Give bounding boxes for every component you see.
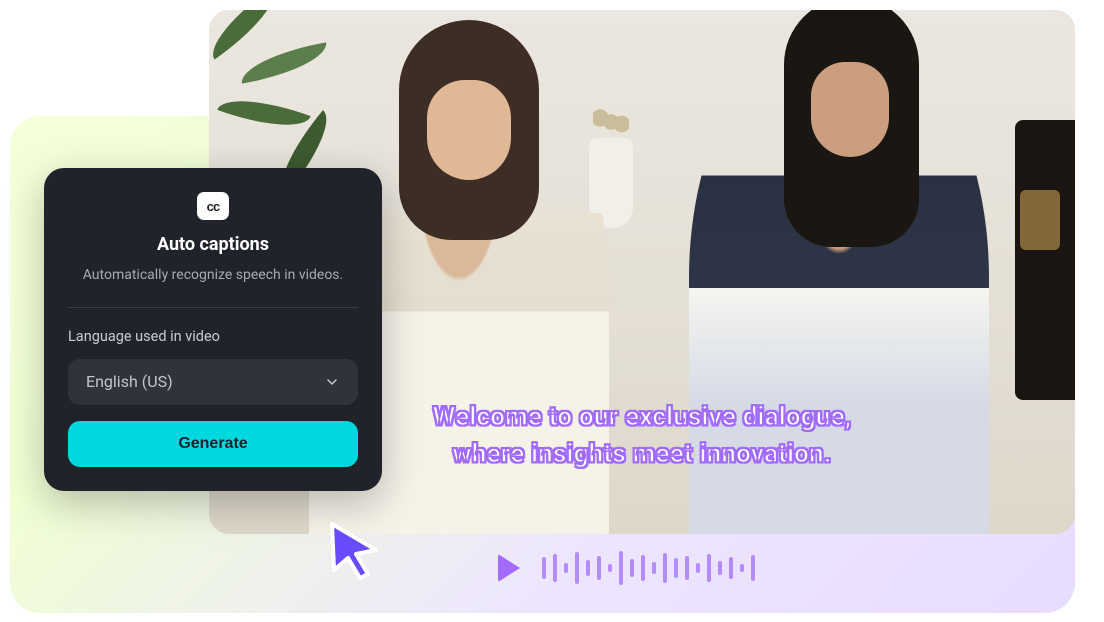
waveform-bar — [575, 552, 579, 584]
waveform-bar — [553, 554, 557, 582]
video-caption: Welcome to our exclusive dialogue, where… — [332, 399, 952, 474]
audio-waveform[interactable] — [542, 548, 755, 588]
waveform-bar — [707, 554, 711, 582]
waveform-bar — [718, 561, 722, 575]
auto-captions-panel: cc Auto captions Automatically recognize… — [44, 168, 382, 491]
waveform-bar — [685, 556, 689, 580]
cursor-pointer-icon — [326, 520, 384, 584]
cc-icon-wrap: cc — [68, 192, 358, 220]
caption-line-2: where insights meet innovation. — [452, 439, 831, 469]
waveform-bar — [729, 557, 733, 579]
waveform-bar — [619, 551, 623, 585]
language-label: Language used in video — [68, 328, 358, 345]
panel-description: Automatically recognize speech in videos… — [68, 265, 358, 287]
waveform-bar — [641, 555, 645, 581]
camera-grip — [1020, 190, 1060, 250]
waveform-bar — [751, 555, 755, 581]
language-selected-value: English (US) — [86, 372, 173, 391]
panel-divider — [68, 307, 358, 308]
waveform-bar — [663, 553, 667, 583]
playback-bar — [498, 548, 755, 588]
panel-title: Auto captions — [68, 234, 358, 255]
waveform-bar — [740, 564, 744, 572]
play-icon[interactable] — [498, 554, 520, 582]
waveform-bar — [608, 564, 612, 572]
closed-captions-icon: cc — [197, 192, 229, 220]
waveform-bar — [630, 559, 634, 577]
waveform-bar — [542, 557, 546, 579]
caption-line-1: Welcome to our exclusive dialogue, — [433, 402, 852, 432]
waveform-bar — [652, 562, 656, 574]
generate-button[interactable]: Generate — [68, 421, 358, 467]
language-select[interactable]: English (US) — [68, 359, 358, 405]
waveform-bar — [597, 556, 601, 580]
camera-foreground — [1015, 120, 1075, 400]
chevron-down-icon — [324, 374, 340, 390]
waveform-bar — [674, 558, 678, 578]
waveform-bar — [696, 563, 700, 573]
waveform-bar — [586, 560, 590, 576]
waveform-bar — [564, 563, 568, 573]
